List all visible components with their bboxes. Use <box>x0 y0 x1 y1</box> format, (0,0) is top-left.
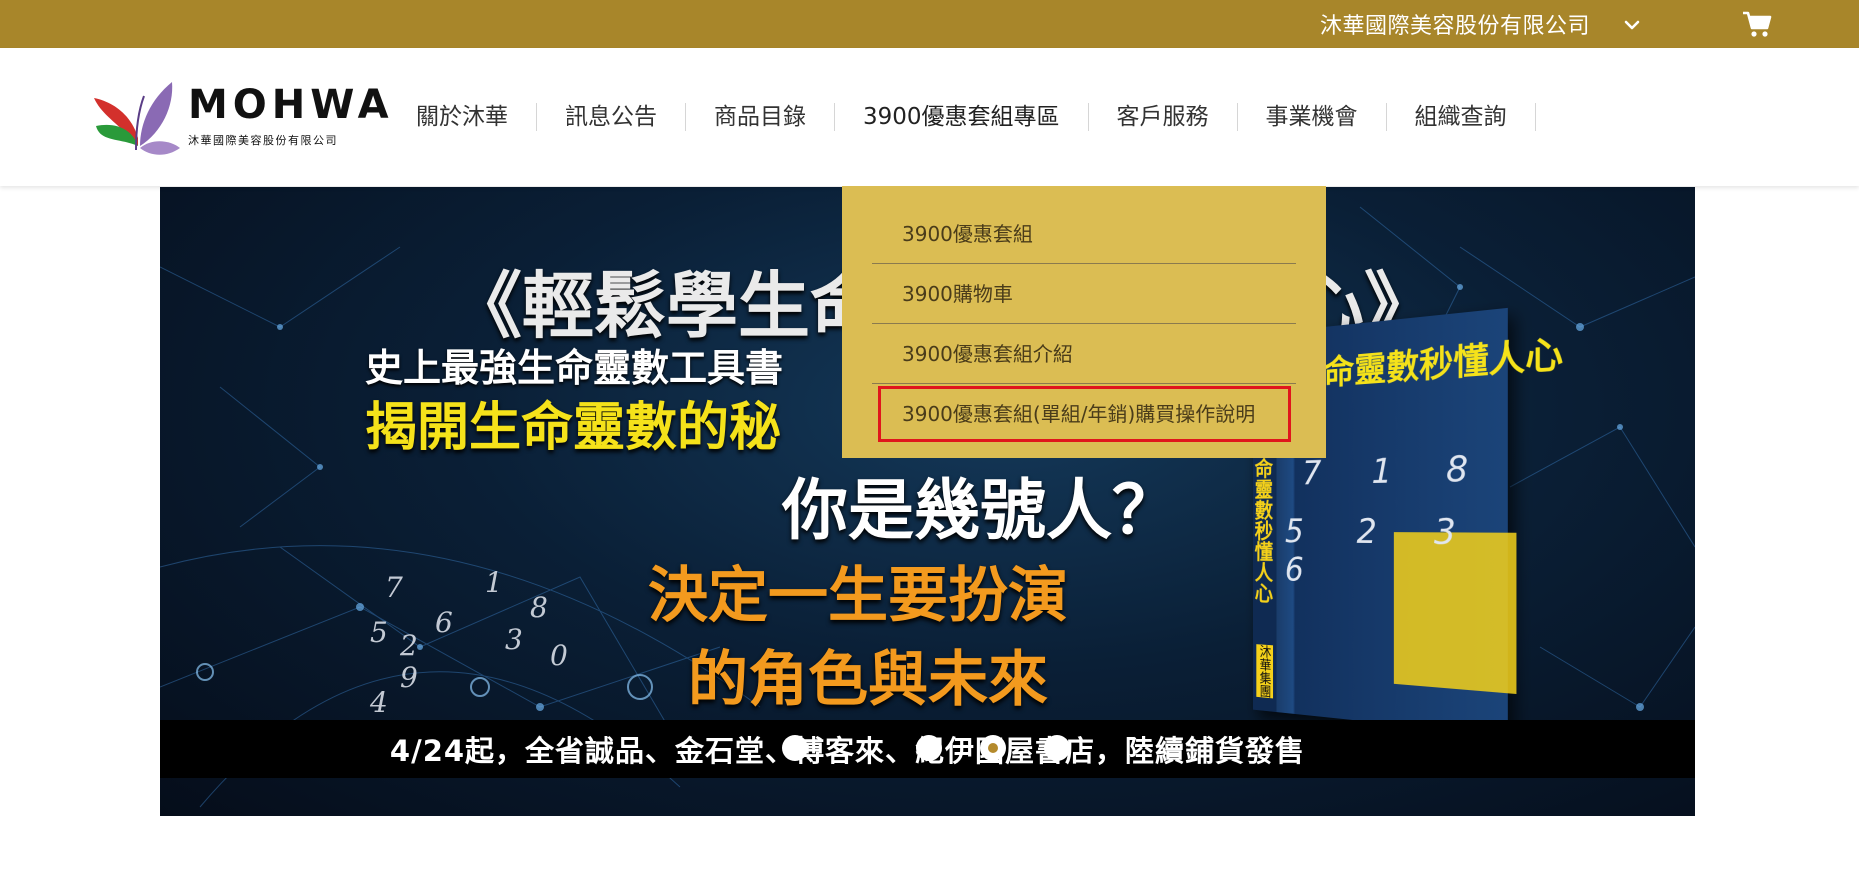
carousel-dot-3-active[interactable] <box>980 735 1006 761</box>
site-logo[interactable]: MOHWA 沐華國際美容股份有限公司 <box>92 76 389 160</box>
nav-about[interactable]: 關於沐華 <box>392 103 537 131</box>
top-bar: 沐華國際美容股份有限公司 <box>0 0 1859 48</box>
book-spine-text: 生命靈數秒懂人心 <box>1251 436 1273 604</box>
nav-3900-promo[interactable]: 3900優惠套組專區 <box>835 103 1089 131</box>
svg-text:2: 2 <box>399 629 418 662</box>
nav-news[interactable]: 訊息公告 <box>537 103 686 131</box>
banner-orange-line-2: 的角色與未來 <box>688 645 1048 715</box>
banner-headline: 揭開生命靈數的秘 <box>365 398 782 458</box>
cart-icon[interactable] <box>1742 10 1772 38</box>
svg-text:5: 5 <box>370 616 388 649</box>
carousel-dot-4[interactable] <box>1044 735 1070 761</box>
banner-question: 你是幾號人？ <box>782 472 1178 549</box>
butterfly-logo-icon <box>94 82 180 155</box>
main-nav: 關於沐華 訊息公告 商品目錄 3900優惠套組專區 客戶服務 事業機會 組織查詢 <box>392 48 1536 186</box>
nav-organization[interactable]: 組織查詢 <box>1387 103 1536 131</box>
dropdown-item-3900-intro[interactable]: 3900優惠套組介紹 <box>872 324 1296 384</box>
nav-customer-service[interactable]: 客戶服務 <box>1089 103 1238 131</box>
company-name: 沐華國際美容股份有限公司 <box>1320 14 1591 39</box>
svg-text:8: 8 <box>530 591 548 624</box>
dropdown-item-3900-cart[interactable]: 3900購物車 <box>872 264 1296 324</box>
logo-text: MOHWA <box>188 82 394 128</box>
dropdown-item-3900-purchase-guide[interactable]: 3900優惠套組(單組/年銷)購買操作說明 <box>872 384 1296 444</box>
svg-text:0: 0 <box>550 639 568 672</box>
banner-tagline: 史上最強生命靈數工具書 <box>365 346 784 390</box>
carousel-dot-1[interactable] <box>782 735 808 761</box>
chevron-down-icon <box>1624 20 1640 30</box>
nav-business[interactable]: 事業機會 <box>1238 103 1387 131</box>
svg-text:7: 7 <box>385 571 403 604</box>
banner-release-text: 4/24起，全省誠品、金石堂、博客來、紀伊國屋書店，陸續鋪貨發售 <box>389 734 1306 768</box>
svg-text:6: 6 <box>435 606 453 639</box>
nav-catalog[interactable]: 商品目錄 <box>686 103 835 131</box>
svg-text:9: 9 <box>400 661 418 694</box>
logo-subtitle: 沐華國際美容股份有限公司 <box>188 134 338 147</box>
book-numbers-1: 7 1 8 <box>1302 447 1492 494</box>
dropdown-item-3900-set[interactable]: 3900優惠套組 <box>872 204 1296 264</box>
book-numbers-2: 5 2 3 6 <box>1284 511 1481 591</box>
svg-text:1: 1 <box>485 566 503 599</box>
banner-orange-line-1: 決定一生要扮演 <box>648 561 1068 631</box>
company-selector[interactable]: 沐華國際美容股份有限公司 <box>1320 0 1640 48</box>
book-publisher: 沐華集團 <box>1256 644 1274 699</box>
svg-text:3: 3 <box>505 623 523 656</box>
site-header: MOHWA 沐華國際美容股份有限公司 關於沐華 訊息公告 商品目錄 3900優惠… <box>0 48 1859 186</box>
svg-text:4: 4 <box>369 686 388 719</box>
carousel-dot-2[interactable] <box>916 735 942 761</box>
promo-dropdown-menu: 3900優惠套組 3900購物車 3900優惠套組介紹 3900優惠套組(單組/… <box>842 186 1326 458</box>
